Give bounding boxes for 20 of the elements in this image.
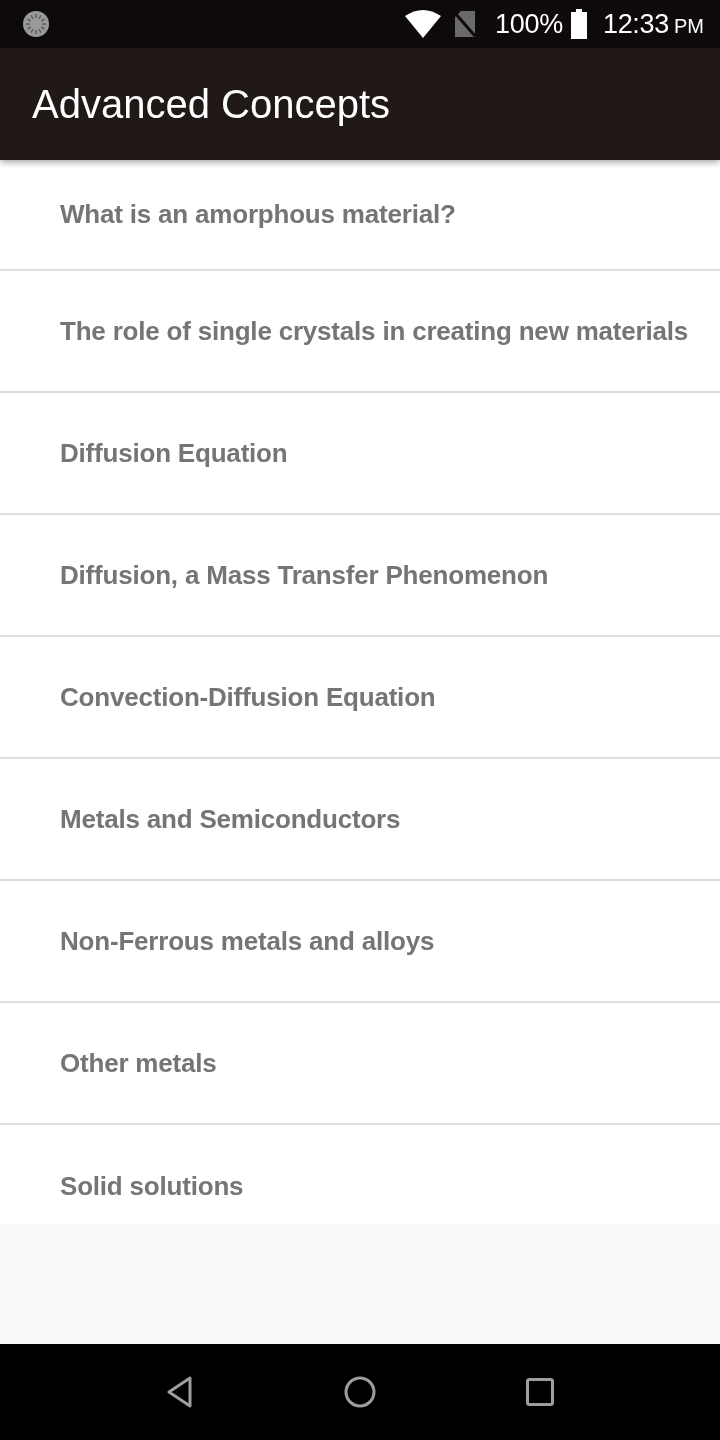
topic-item[interactable]: Metals and Semiconductors: [0, 759, 720, 881]
no-sim-icon: [453, 10, 478, 38]
topic-item[interactable]: Solid solutions: [0, 1125, 720, 1224]
topic-item[interactable]: Convection-Diffusion Equation: [0, 637, 720, 759]
topic-item[interactable]: Other metals: [0, 1003, 720, 1125]
topic-item[interactable]: The role of single crystals in creating new materials: [0, 271, 720, 393]
battery-icon: [570, 9, 587, 39]
recent-apps-icon[interactable]: [526, 1378, 554, 1406]
topic-item[interactable]: What is an amorphous material?: [0, 160, 720, 271]
wifi-icon: [405, 10, 442, 38]
back-icon[interactable]: [166, 1376, 194, 1408]
topic-item[interactable]: Diffusion, a Mass Transfer Phenomenon: [0, 515, 720, 637]
topic-item[interactable]: Diffusion Equation: [0, 393, 720, 515]
battery-percentage: 100%: [495, 8, 563, 40]
screen-title: Advanced Concepts: [32, 81, 390, 127]
topic-item[interactable]: Non-Ferrous metals and alloys: [0, 881, 720, 1003]
spinner-icon: [22, 10, 50, 38]
home-icon[interactable]: [344, 1376, 376, 1408]
clock-time: 12:33: [602, 8, 669, 40]
clock-meridiem: PM: [674, 14, 704, 38]
